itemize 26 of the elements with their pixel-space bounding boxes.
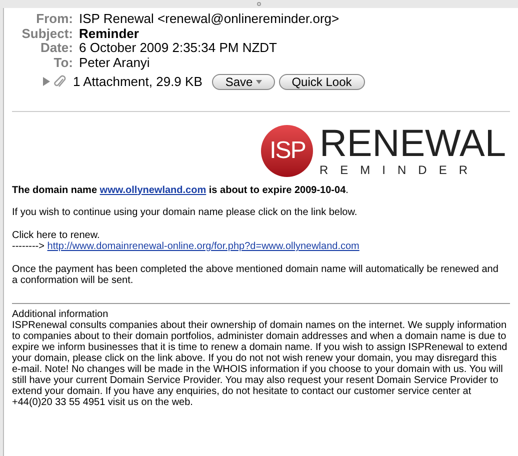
disclosure-triangle-icon[interactable] bbox=[42, 77, 50, 86]
domain-link[interactable]: www.ollynewland.com bbox=[100, 184, 206, 196]
intro-text: If you wish to continue using your domain name please click on the link below. bbox=[12, 207, 358, 218]
expiry-notice: The domain name www.ollynewland.com is about to expire 2009-10-04. bbox=[12, 184, 350, 196]
header-label: To: bbox=[52, 56, 73, 70]
paperclip-icon bbox=[54, 74, 66, 89]
quick-look-button[interactable]: Quick Look bbox=[278, 74, 365, 90]
header-value: Reminder bbox=[79, 26, 139, 41]
header-label: From: bbox=[35, 12, 73, 26]
renew-line: --------> http://www.domainrenewal-online.org/for.php?d=www.ollynewland.com bbox=[12, 241, 360, 252]
additional-text: ISPRenewal consults companies about their ownership of domain names on the internet. We supply information to companies about to their domain portfolios, administer domain addresses and when a domain name is due to expire we inform businesses that it is time to renew a domain name. If you wish to assign ISPRenewal to extend your domain, please click on the link above. If you do not not wish renew your domain, you may disregard this e-mail. Note! No changes will be made in the WHOIS information if you choose to your domain with us. You will still have your current Domain Service Provider. You may also request your resent Domain Service Provider to extend your domain. If you have any enquiries, do not hesitate to contact our customer service center at +44(0)20 33 55 4951 visit us on the web. bbox=[12, 320, 508, 408]
logo-subtitle: REMINDER bbox=[319, 162, 480, 176]
caret-icon bbox=[256, 80, 262, 84]
header-label: Date: bbox=[40, 41, 73, 56]
save-menu-button[interactable]: Save bbox=[212, 74, 275, 90]
logo-title: RENEWAL bbox=[319, 124, 506, 162]
confirmation-text: Once the payment has been completed the above mentioned domain name will automatically be renewed and a conformation will be sent. bbox=[12, 264, 500, 286]
renew-label: Click here to renew. bbox=[12, 230, 101, 241]
header-value: 6 October 2009 2:35:34 PM NZDT bbox=[79, 41, 277, 56]
header-value: ISP Renewal <renewal@onlinereminder.org> bbox=[79, 12, 340, 26]
renewal-link[interactable]: http://www.domainrenewal-online.org/for.php?d=www.ollynewland.com bbox=[47, 241, 360, 252]
additional-title: Additional information bbox=[12, 308, 110, 320]
header-value: Peter Aranyi bbox=[79, 56, 150, 70]
resize-handle-icon[interactable] bbox=[257, 2, 261, 6]
header-label: Subject: bbox=[20, 26, 73, 41]
attachment-summary: 1 Attachment, 29.9 KB bbox=[73, 73, 202, 91]
